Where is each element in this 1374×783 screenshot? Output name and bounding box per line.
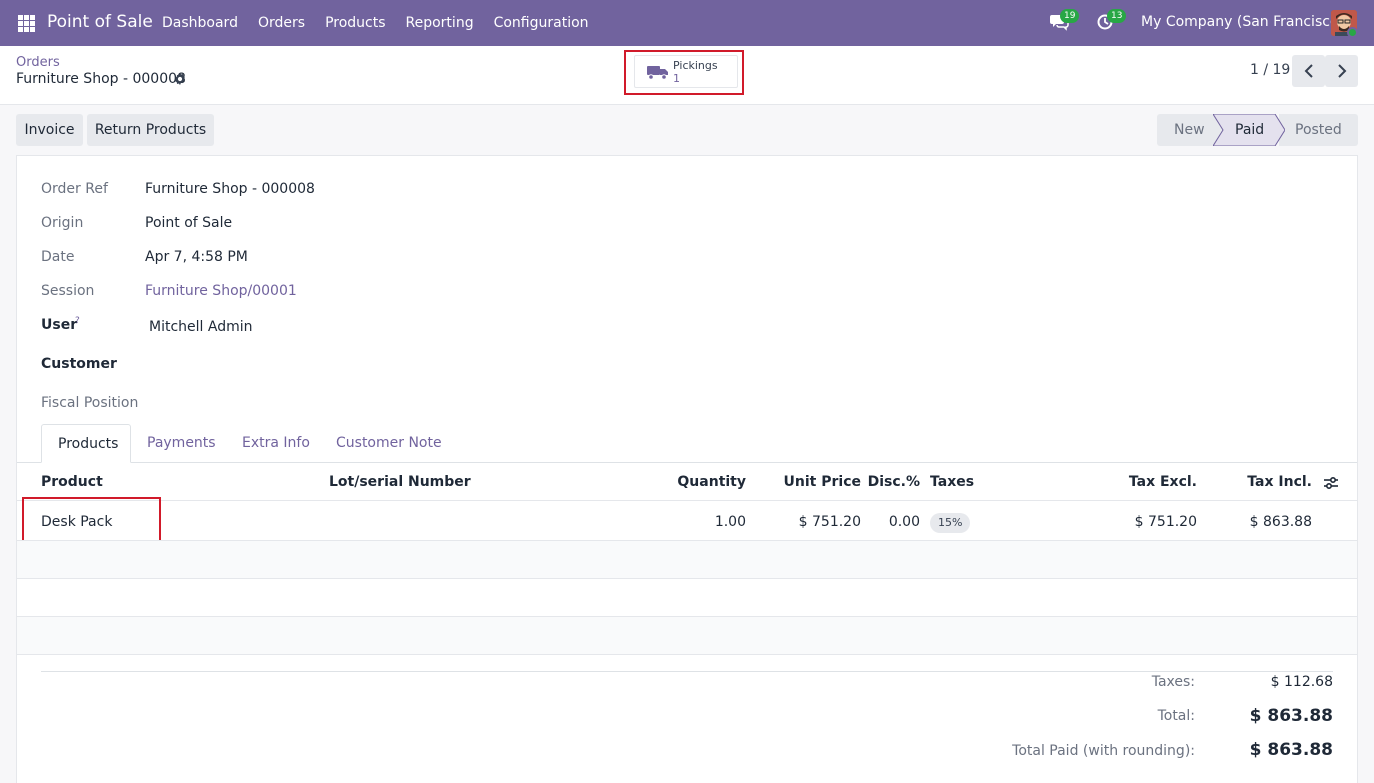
empty-table-row bbox=[17, 541, 1357, 578]
menu-item-dashboard[interactable]: Dashboard bbox=[152, 0, 248, 46]
row-tax-incl: $ 863.88 bbox=[1249, 514, 1312, 530]
row-tax-excl: $ 751.20 bbox=[1134, 514, 1197, 530]
chevron-left-icon bbox=[1304, 64, 1313, 78]
pickings-count: 1 bbox=[673, 72, 680, 85]
main-menu: Dashboard Orders Products Reporting Conf… bbox=[152, 0, 599, 46]
column-tax-excl[interactable]: Tax Excl. bbox=[1097, 474, 1197, 490]
date-label: Date bbox=[41, 249, 75, 265]
order-ref-value: Furniture Shop - 000008 bbox=[145, 181, 315, 197]
order-ref-label: Order Ref bbox=[41, 181, 108, 197]
column-lot-serial[interactable]: Lot/serial Number bbox=[329, 474, 471, 490]
app-name[interactable]: Point of Sale bbox=[47, 12, 153, 32]
column-taxes[interactable]: Taxes bbox=[930, 474, 974, 490]
breadcrumb-orders-link[interactable]: Orders bbox=[16, 55, 60, 70]
user-help-tooltip[interactable]: ? bbox=[75, 316, 80, 326]
column-unit-price[interactable]: Unit Price bbox=[761, 474, 861, 490]
origin-label: Origin bbox=[41, 215, 84, 231]
status-posted[interactable]: Posted bbox=[1279, 114, 1358, 146]
status-bar: New Posted Paid bbox=[1157, 114, 1358, 146]
tab-payments[interactable]: Payments bbox=[131, 424, 232, 463]
session-label: Session bbox=[41, 283, 95, 299]
row-quantity: 1.00 bbox=[714, 514, 746, 530]
messages-count-badge: 19 bbox=[1060, 9, 1080, 23]
fiscal-position-label: Fiscal Position bbox=[41, 395, 139, 411]
session-link[interactable]: Furniture Shop/00001 bbox=[145, 283, 297, 299]
company-switcher[interactable]: My Company (San Francisco) bbox=[1141, 14, 1344, 30]
optional-columns-icon[interactable] bbox=[1323, 476, 1339, 490]
status-paid[interactable]: Paid bbox=[1235, 114, 1264, 146]
invoice-button[interactable]: Invoice bbox=[16, 114, 83, 146]
row-divider bbox=[17, 654, 1357, 655]
menu-item-configuration[interactable]: Configuration bbox=[484, 0, 599, 46]
activities-count-badge: 13 bbox=[1107, 9, 1127, 23]
apps-menu-icon[interactable] bbox=[18, 15, 35, 32]
customer-label: Customer bbox=[41, 356, 117, 372]
menu-item-products[interactable]: Products bbox=[315, 0, 395, 46]
column-tax-incl[interactable]: Tax Incl. bbox=[1212, 474, 1312, 490]
total-value: $ 863.88 bbox=[1249, 706, 1333, 726]
pager-next-button[interactable] bbox=[1325, 55, 1358, 87]
row-unit-price: $ 751.20 bbox=[798, 514, 861, 530]
return-products-button[interactable]: Return Products bbox=[87, 114, 214, 146]
user-label: User bbox=[41, 317, 78, 333]
menu-item-reporting[interactable]: Reporting bbox=[396, 0, 484, 46]
tab-customer-note[interactable]: Customer Note bbox=[320, 424, 458, 463]
user-value[interactable]: Mitchell Admin bbox=[149, 319, 253, 335]
gear-icon[interactable] bbox=[173, 72, 187, 86]
pickings-smart-button[interactable]: Pickings 1 bbox=[634, 55, 738, 88]
origin-value: Point of Sale bbox=[145, 215, 233, 231]
menu-item-orders[interactable]: Orders bbox=[248, 0, 315, 46]
truck-icon bbox=[647, 66, 668, 80]
table-header-divider bbox=[17, 500, 1357, 501]
top-navbar: Point of Sale Dashboard Orders Products … bbox=[0, 0, 1374, 46]
tab-products[interactable]: Products bbox=[41, 424, 131, 463]
chevron-right-icon bbox=[1337, 64, 1346, 78]
pager-value[interactable]: 1 / 19 bbox=[1250, 62, 1290, 78]
total-paid-label: Total Paid (with rounding): bbox=[1012, 743, 1195, 759]
column-quantity[interactable]: Quantity bbox=[646, 474, 746, 490]
column-product[interactable]: Product bbox=[41, 474, 103, 490]
product-highlight-box bbox=[22, 497, 161, 544]
taxes-total-value: $ 112.68 bbox=[1270, 674, 1333, 690]
pager-previous-button[interactable] bbox=[1292, 55, 1325, 87]
empty-table-row bbox=[17, 617, 1357, 654]
tab-extra-info[interactable]: Extra Info bbox=[226, 424, 326, 463]
row-discount: 0.00 bbox=[888, 514, 920, 530]
taxes-total-label: Taxes: bbox=[1151, 674, 1195, 690]
date-value: Apr 7, 4:58 PM bbox=[145, 249, 248, 265]
pickings-label: Pickings bbox=[673, 59, 718, 72]
row-divider bbox=[17, 578, 1357, 579]
total-paid-value: $ 863.88 bbox=[1249, 740, 1333, 760]
column-discount[interactable]: Disc.% bbox=[860, 474, 920, 490]
messages-button[interactable]: 19 bbox=[1049, 9, 1080, 31]
total-label: Total: bbox=[1157, 708, 1195, 724]
totals-divider bbox=[41, 671, 1333, 672]
activities-button[interactable]: 13 bbox=[1096, 9, 1127, 31]
breadcrumb-current-record: Furniture Shop - 000008 bbox=[16, 71, 186, 87]
tax-badge: 15% bbox=[930, 513, 971, 533]
online-status-dot bbox=[1347, 27, 1358, 38]
